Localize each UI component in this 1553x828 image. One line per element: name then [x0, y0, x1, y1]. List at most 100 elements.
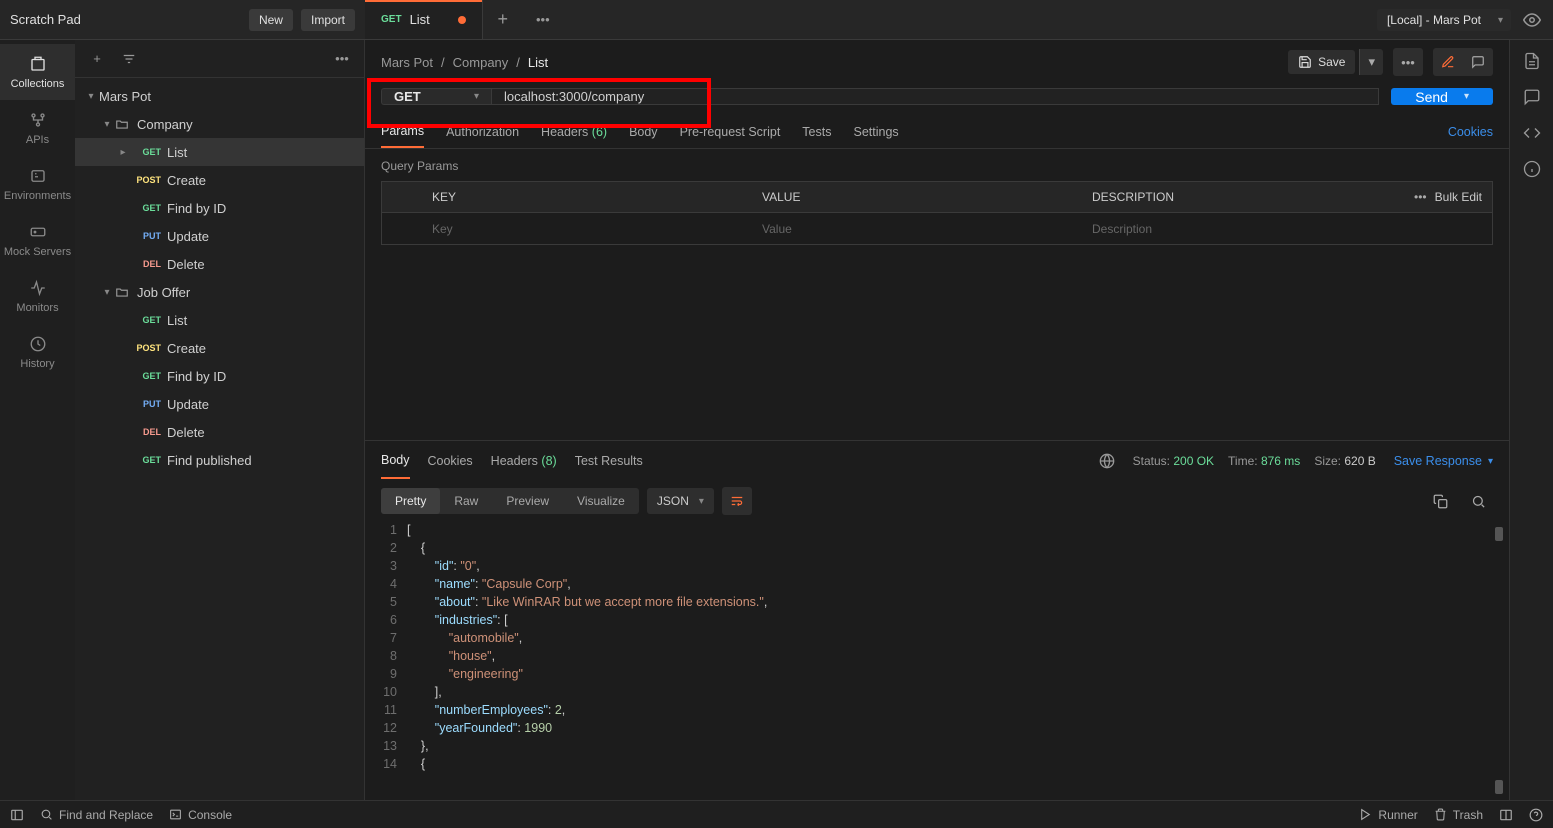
folder-label: Job Offer [137, 285, 190, 300]
help-button[interactable] [1529, 808, 1543, 822]
method-label: GET [131, 147, 161, 157]
more-actions-button[interactable]: ••• [1393, 48, 1423, 76]
view-pretty[interactable]: Pretty [381, 488, 440, 514]
tab-params[interactable]: Params [381, 116, 424, 148]
tree-request[interactable]: POSTCreate [75, 166, 364, 194]
wrap-lines-button[interactable] [722, 487, 752, 515]
tree-request[interactable]: PUTUpdate [75, 390, 364, 418]
new-button[interactable]: New [249, 9, 293, 31]
nav-collections[interactable]: Collections [0, 44, 75, 100]
environment-preview-icon[interactable] [1523, 11, 1541, 29]
col-value: VALUE [752, 190, 1082, 204]
tree-request[interactable]: GETFind published [75, 446, 364, 474]
info-icon[interactable] [1523, 160, 1541, 178]
tab-authorization[interactable]: Authorization [446, 117, 519, 147]
tree-request[interactable]: DELDelete [75, 418, 364, 446]
tree-request[interactable]: GETFind by ID [75, 194, 364, 222]
copy-response-button[interactable] [1425, 487, 1455, 515]
runner-button[interactable]: Runner [1359, 808, 1417, 822]
save-response-button[interactable]: Save Response ▾ [1394, 454, 1493, 468]
nav-mock-servers[interactable]: Mock Servers [0, 212, 75, 268]
tab-more-button[interactable]: ••• [523, 0, 563, 39]
tab-add-button[interactable]: + [483, 0, 523, 39]
size-value: 620 B [1344, 454, 1375, 468]
resp-tab-headers[interactable]: Headers (8) [491, 444, 557, 478]
resp-tab-tests[interactable]: Test Results [575, 444, 643, 478]
trash-button[interactable]: Trash [1434, 808, 1483, 822]
nav-apis[interactable]: APIs [0, 100, 75, 156]
save-dropdown[interactable]: ▾ [1359, 49, 1383, 75]
tree-request[interactable]: GETList [75, 306, 364, 334]
tree-root[interactable]: ▾ Mars Pot [75, 82, 364, 110]
tab-prerequest[interactable]: Pre-request Script [680, 117, 781, 147]
tree-request[interactable]: GETFind by ID [75, 362, 364, 390]
url-input[interactable] [491, 88, 1379, 105]
tab-settings[interactable]: Settings [853, 117, 898, 147]
collection-tree: ▾ Mars Pot ▾ Company ▸ GET List POSTCrea… [75, 78, 364, 800]
request-label: Create [167, 341, 206, 356]
params-more-button[interactable]: ••• [1414, 190, 1427, 204]
docs-icon[interactable] [1523, 52, 1541, 70]
request-label: Update [167, 229, 209, 244]
method-select[interactable]: GET ▾ [381, 88, 491, 105]
view-raw[interactable]: Raw [440, 488, 492, 514]
nav-label: Monitors [16, 302, 58, 314]
response-tabs: Body Cookies Headers (8) Test Results St… [365, 441, 1509, 481]
response-body[interactable]: 1234567891011121314 [ { "id": "0", "name… [365, 521, 1509, 800]
tree-request[interactable]: DELDelete [75, 250, 364, 278]
format-select[interactable]: JSON ▾ [647, 488, 714, 514]
search-response-button[interactable] [1463, 487, 1493, 515]
sidebar-more-button[interactable]: ••• [328, 45, 356, 73]
breadcrumb-item[interactable]: Mars Pot [381, 55, 433, 70]
two-pane-button[interactable] [1499, 808, 1513, 822]
view-preview[interactable]: Preview [492, 488, 563, 514]
resp-tab-body[interactable]: Body [381, 443, 410, 479]
comment-mode-button[interactable] [1463, 48, 1493, 76]
request-label: List [167, 313, 187, 328]
console-button[interactable]: Console [169, 808, 232, 822]
scrollbar-thumb[interactable] [1495, 780, 1503, 794]
tab-tests[interactable]: Tests [802, 117, 831, 147]
tree-folder-joboffer[interactable]: ▾ Job Offer [75, 278, 364, 306]
edit-mode-button[interactable] [1433, 48, 1463, 76]
resp-tab-cookies[interactable]: Cookies [428, 444, 473, 478]
environment-select[interactable]: [Local] - Mars Pot ▾ [1377, 9, 1511, 31]
params-header: KEY VALUE DESCRIPTION ••• Bulk Edit [381, 181, 1493, 213]
tab-list[interactable]: GET List [365, 0, 483, 39]
sidebar-add-button[interactable]: + [83, 45, 111, 73]
key-input[interactable]: Key [422, 222, 752, 236]
bulk-edit-button[interactable]: Bulk Edit [1435, 190, 1482, 204]
tree-request[interactable]: PUTUpdate [75, 222, 364, 250]
tree-request[interactable]: ▸ GET List [75, 138, 364, 166]
sidebar-toggle-button[interactable] [10, 808, 24, 822]
tree-folder-company[interactable]: ▾ Company [75, 110, 364, 138]
tab-body[interactable]: Body [629, 117, 658, 147]
scrollbar-thumb[interactable] [1495, 527, 1503, 541]
view-visualize[interactable]: Visualize [563, 488, 639, 514]
sidebar-filter-button[interactable] [115, 45, 143, 73]
params-row-empty[interactable]: Key Value Description [381, 213, 1493, 245]
comments-icon[interactable] [1523, 88, 1541, 106]
col-desc: DESCRIPTION [1082, 190, 1412, 204]
desc-input[interactable]: Description [1082, 222, 1412, 236]
nav-history[interactable]: History [0, 324, 75, 380]
value-input[interactable]: Value [752, 222, 1082, 236]
tree-request[interactable]: POSTCreate [75, 334, 364, 362]
tab-unsaved-dot-icon [458, 16, 466, 24]
tab-title-label: List [410, 12, 430, 27]
chevron-down-icon: ▾ [699, 496, 704, 507]
import-button[interactable]: Import [301, 9, 355, 31]
request-label: Delete [167, 425, 205, 440]
breadcrumb-item[interactable]: Company [453, 55, 509, 70]
code-icon[interactable] [1523, 124, 1541, 142]
send-button[interactable]: Send ▾ [1391, 88, 1493, 105]
save-button[interactable]: Save [1288, 50, 1355, 74]
find-replace-button[interactable]: Find and Replace [40, 808, 153, 822]
url-row: GET ▾ Send ▾ [365, 84, 1509, 115]
cookies-link[interactable]: Cookies [1448, 125, 1493, 139]
response-meta: Status: 200 OK Time: 876 ms Size: 620 B [1133, 454, 1376, 468]
tab-headers[interactable]: Headers (6) [541, 117, 607, 147]
network-icon[interactable] [1099, 453, 1115, 469]
nav-environments[interactable]: Environments [0, 156, 75, 212]
nav-monitors[interactable]: Monitors [0, 268, 75, 324]
